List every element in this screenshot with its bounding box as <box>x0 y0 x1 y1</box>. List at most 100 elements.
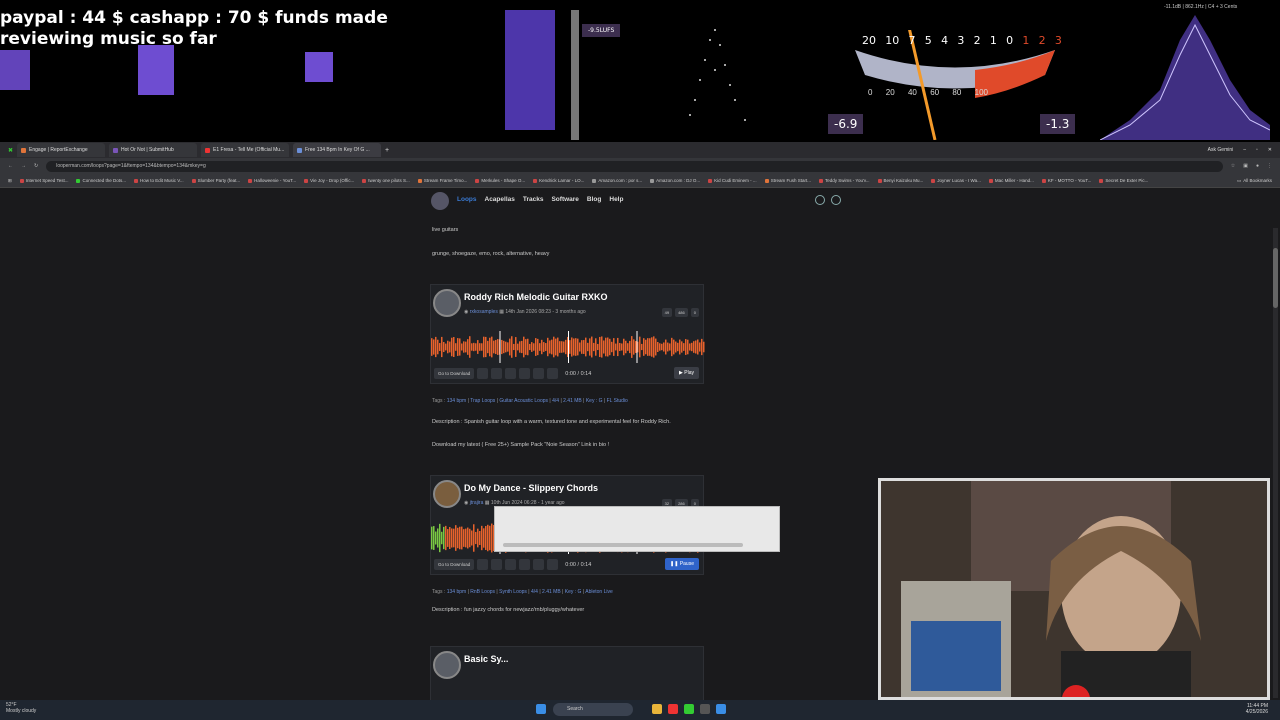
bookmark-item[interactable]: twenty one pilots S... <box>362 178 410 183</box>
taskbar-clock[interactable]: 11:44 PM 4/25/2026 <box>1246 703 1268 715</box>
tag-link[interactable]: RnB Loops <box>470 589 495 595</box>
bookmark-item[interactable]: Internet Speed Test... <box>19 178 68 183</box>
tag-link[interactable]: Synth Loops <box>499 589 527 595</box>
chrome-icon[interactable] <box>684 704 694 714</box>
taskbar-search[interactable]: Search <box>553 703 633 716</box>
bookmark-item[interactable]: Amazon.com : DJ O... <box>650 178 700 183</box>
trash-icon[interactable] <box>477 368 489 379</box>
new-tab-icon[interactable]: + <box>385 147 389 154</box>
tag-link[interactable]: 134 bpm <box>447 398 466 404</box>
bookmark-item[interactable]: Joyner Lucas - I Wa... <box>931 178 981 183</box>
bookmark-item[interactable]: Merkules - Shape O... <box>475 178 525 183</box>
extensions-icon[interactable]: ▣ <box>1243 163 1248 169</box>
heart-icon[interactable] <box>519 368 531 379</box>
forward-icon[interactable]: → <box>21 163 26 169</box>
nav-acapellas[interactable]: Acapellas <box>485 196 515 203</box>
tag-link[interactable]: Trap Loops <box>470 398 495 404</box>
bookmark-item[interactable]: Connected the Dots... <box>76 178 126 183</box>
play-button[interactable]: ▶ Play <box>674 367 699 379</box>
nav-loops[interactable]: Loops <box>457 196 477 203</box>
download-button[interactable]: Go to Download <box>434 559 475 570</box>
tag-link[interactable]: Key : G <box>586 398 603 404</box>
download-button[interactable]: Go to Download <box>434 368 475 379</box>
volume-icon[interactable] <box>547 559 559 570</box>
obs-icon[interactable] <box>700 704 710 714</box>
tag-link[interactable]: Ableton Live <box>585 589 613 595</box>
vu-tick: 4 <box>941 34 949 47</box>
bookmark-item[interactable]: Teddy Swims - You'v... <box>818 178 870 183</box>
tag-link[interactable]: Guitar Acoustic Loops <box>499 398 548 404</box>
author-link[interactable]: jtrajira <box>470 500 484 506</box>
bookmark-item[interactable]: Amazon.com : por s... <box>592 178 642 183</box>
bookmark-item[interactable]: Slumber Party (feat... <box>191 178 240 183</box>
ask-gemini-button[interactable]: Ask Gemini <box>1208 147 1234 153</box>
flag-icon[interactable] <box>505 368 517 379</box>
tag-link[interactable]: 2.41 MB <box>563 398 582 404</box>
maximize-icon[interactable]: ▫ <box>1256 147 1258 153</box>
author-link[interactable]: rxkosamples <box>470 309 498 315</box>
loop-waveform[interactable] <box>431 331 705 363</box>
back-icon[interactable]: ← <box>8 163 13 169</box>
author-avatar[interactable] <box>433 651 461 679</box>
author-avatar[interactable] <box>433 289 461 317</box>
reload-icon[interactable]: ↻ <box>34 163 38 169</box>
bookmark-item[interactable]: Kendrick Lamar - LO... <box>533 178 584 183</box>
trash-icon[interactable] <box>477 559 489 570</box>
browser-tab-active[interactable]: Free 134 Bpm In Key Of G ... <box>293 143 382 157</box>
browser-tab[interactable]: Engage | ReportExchange <box>17 143 106 157</box>
info-icon[interactable] <box>491 368 503 379</box>
url-input[interactable]: looperman.com/loops?page=1&ftempo=134&bt… <box>46 160 1223 172</box>
app-icon[interactable] <box>716 704 726 714</box>
profile-icon[interactable]: ● <box>1256 163 1259 169</box>
browser-tab[interactable]: Hot Or Not | SubmitHub <box>109 143 198 157</box>
dark-mode-icon[interactable] <box>831 195 841 205</box>
tag-link[interactable]: 4/4 <box>552 398 559 404</box>
bookmark-item[interactable]: Vie Joy - Drop (Offic... <box>304 178 354 183</box>
bookmark-item[interactable]: Benyi Kaizoku Mu... <box>877 178 923 183</box>
apps-icon[interactable]: ⊞ <box>8 178 12 184</box>
loop-title[interactable]: Basic Sy... <box>464 654 508 664</box>
bookmark-item[interactable]: Kid Cudi Eminem - ... <box>708 178 757 183</box>
heart-icon[interactable] <box>519 559 531 570</box>
flag-icon[interactable] <box>505 559 517 570</box>
popup-scrollbar[interactable] <box>503 543 743 547</box>
scroll-thumb[interactable] <box>1273 248 1278 308</box>
bookmark-item[interactable]: Stream Frame Timo... <box>417 178 467 183</box>
nav-software[interactable]: Software <box>551 196 578 203</box>
start-icon[interactable] <box>536 704 546 714</box>
minimize-icon[interactable]: – <box>1243 147 1246 153</box>
bookmark-item[interactable]: How to Edit Music V... <box>134 178 184 183</box>
browser-tab[interactable]: E1 Fresa - Tell Me (Official Mu... <box>201 143 290 157</box>
tag-link[interactable]: FL Studio <box>607 398 628 404</box>
nav-help[interactable]: Help <box>609 196 623 203</box>
loop-title[interactable]: Roddy Rich Melodic Guitar RXKO <box>464 292 608 302</box>
pause-button[interactable]: ❚❚ Pause <box>665 558 699 570</box>
menu-icon[interactable]: ⋮ <box>1267 163 1272 169</box>
weather-widget[interactable]: 52°F Mostly cloudy <box>6 702 36 714</box>
list-icon[interactable] <box>533 368 545 379</box>
bookmark-item[interactable]: Secret De Exter Pic... <box>1099 178 1148 183</box>
bookmark-item[interactable]: Stream Fush Start... <box>764 178 811 183</box>
close-icon[interactable]: ✕ <box>1268 147 1272 153</box>
author-avatar[interactable] <box>433 480 461 508</box>
tag-link[interactable]: 2.41 MB <box>542 589 561 595</box>
site-logo[interactable] <box>431 192 449 210</box>
waveform-bar <box>695 340 697 354</box>
tag-link[interactable]: 4/4 <box>531 589 538 595</box>
bookmark-item[interactable]: KF - MOTTO - YouT... <box>1041 178 1091 183</box>
tag-link[interactable]: 134 bpm <box>447 589 466 595</box>
all-bookmarks[interactable]: ▭ All Bookmarks <box>1237 178 1272 184</box>
youtube-icon[interactable] <box>668 704 678 714</box>
bookmark-item[interactable]: Halloweenie - YouT... <box>248 178 296 183</box>
nav-blog[interactable]: Blog <box>587 196 601 203</box>
list-icon[interactable] <box>533 559 545 570</box>
loop-title[interactable]: Do My Dance - Slippery Chords <box>464 483 598 493</box>
tag-link[interactable]: Key : G <box>565 589 582 595</box>
user-icon[interactable] <box>815 195 825 205</box>
volume-icon[interactable] <box>547 368 559 379</box>
star-icon[interactable]: ☆ <box>1231 163 1235 169</box>
bookmark-item[interactable]: Mac Miller - Hand... <box>988 178 1034 183</box>
nav-tracks[interactable]: Tracks <box>523 196 544 203</box>
info-icon[interactable] <box>491 559 503 570</box>
file-explorer-icon[interactable] <box>652 704 662 714</box>
